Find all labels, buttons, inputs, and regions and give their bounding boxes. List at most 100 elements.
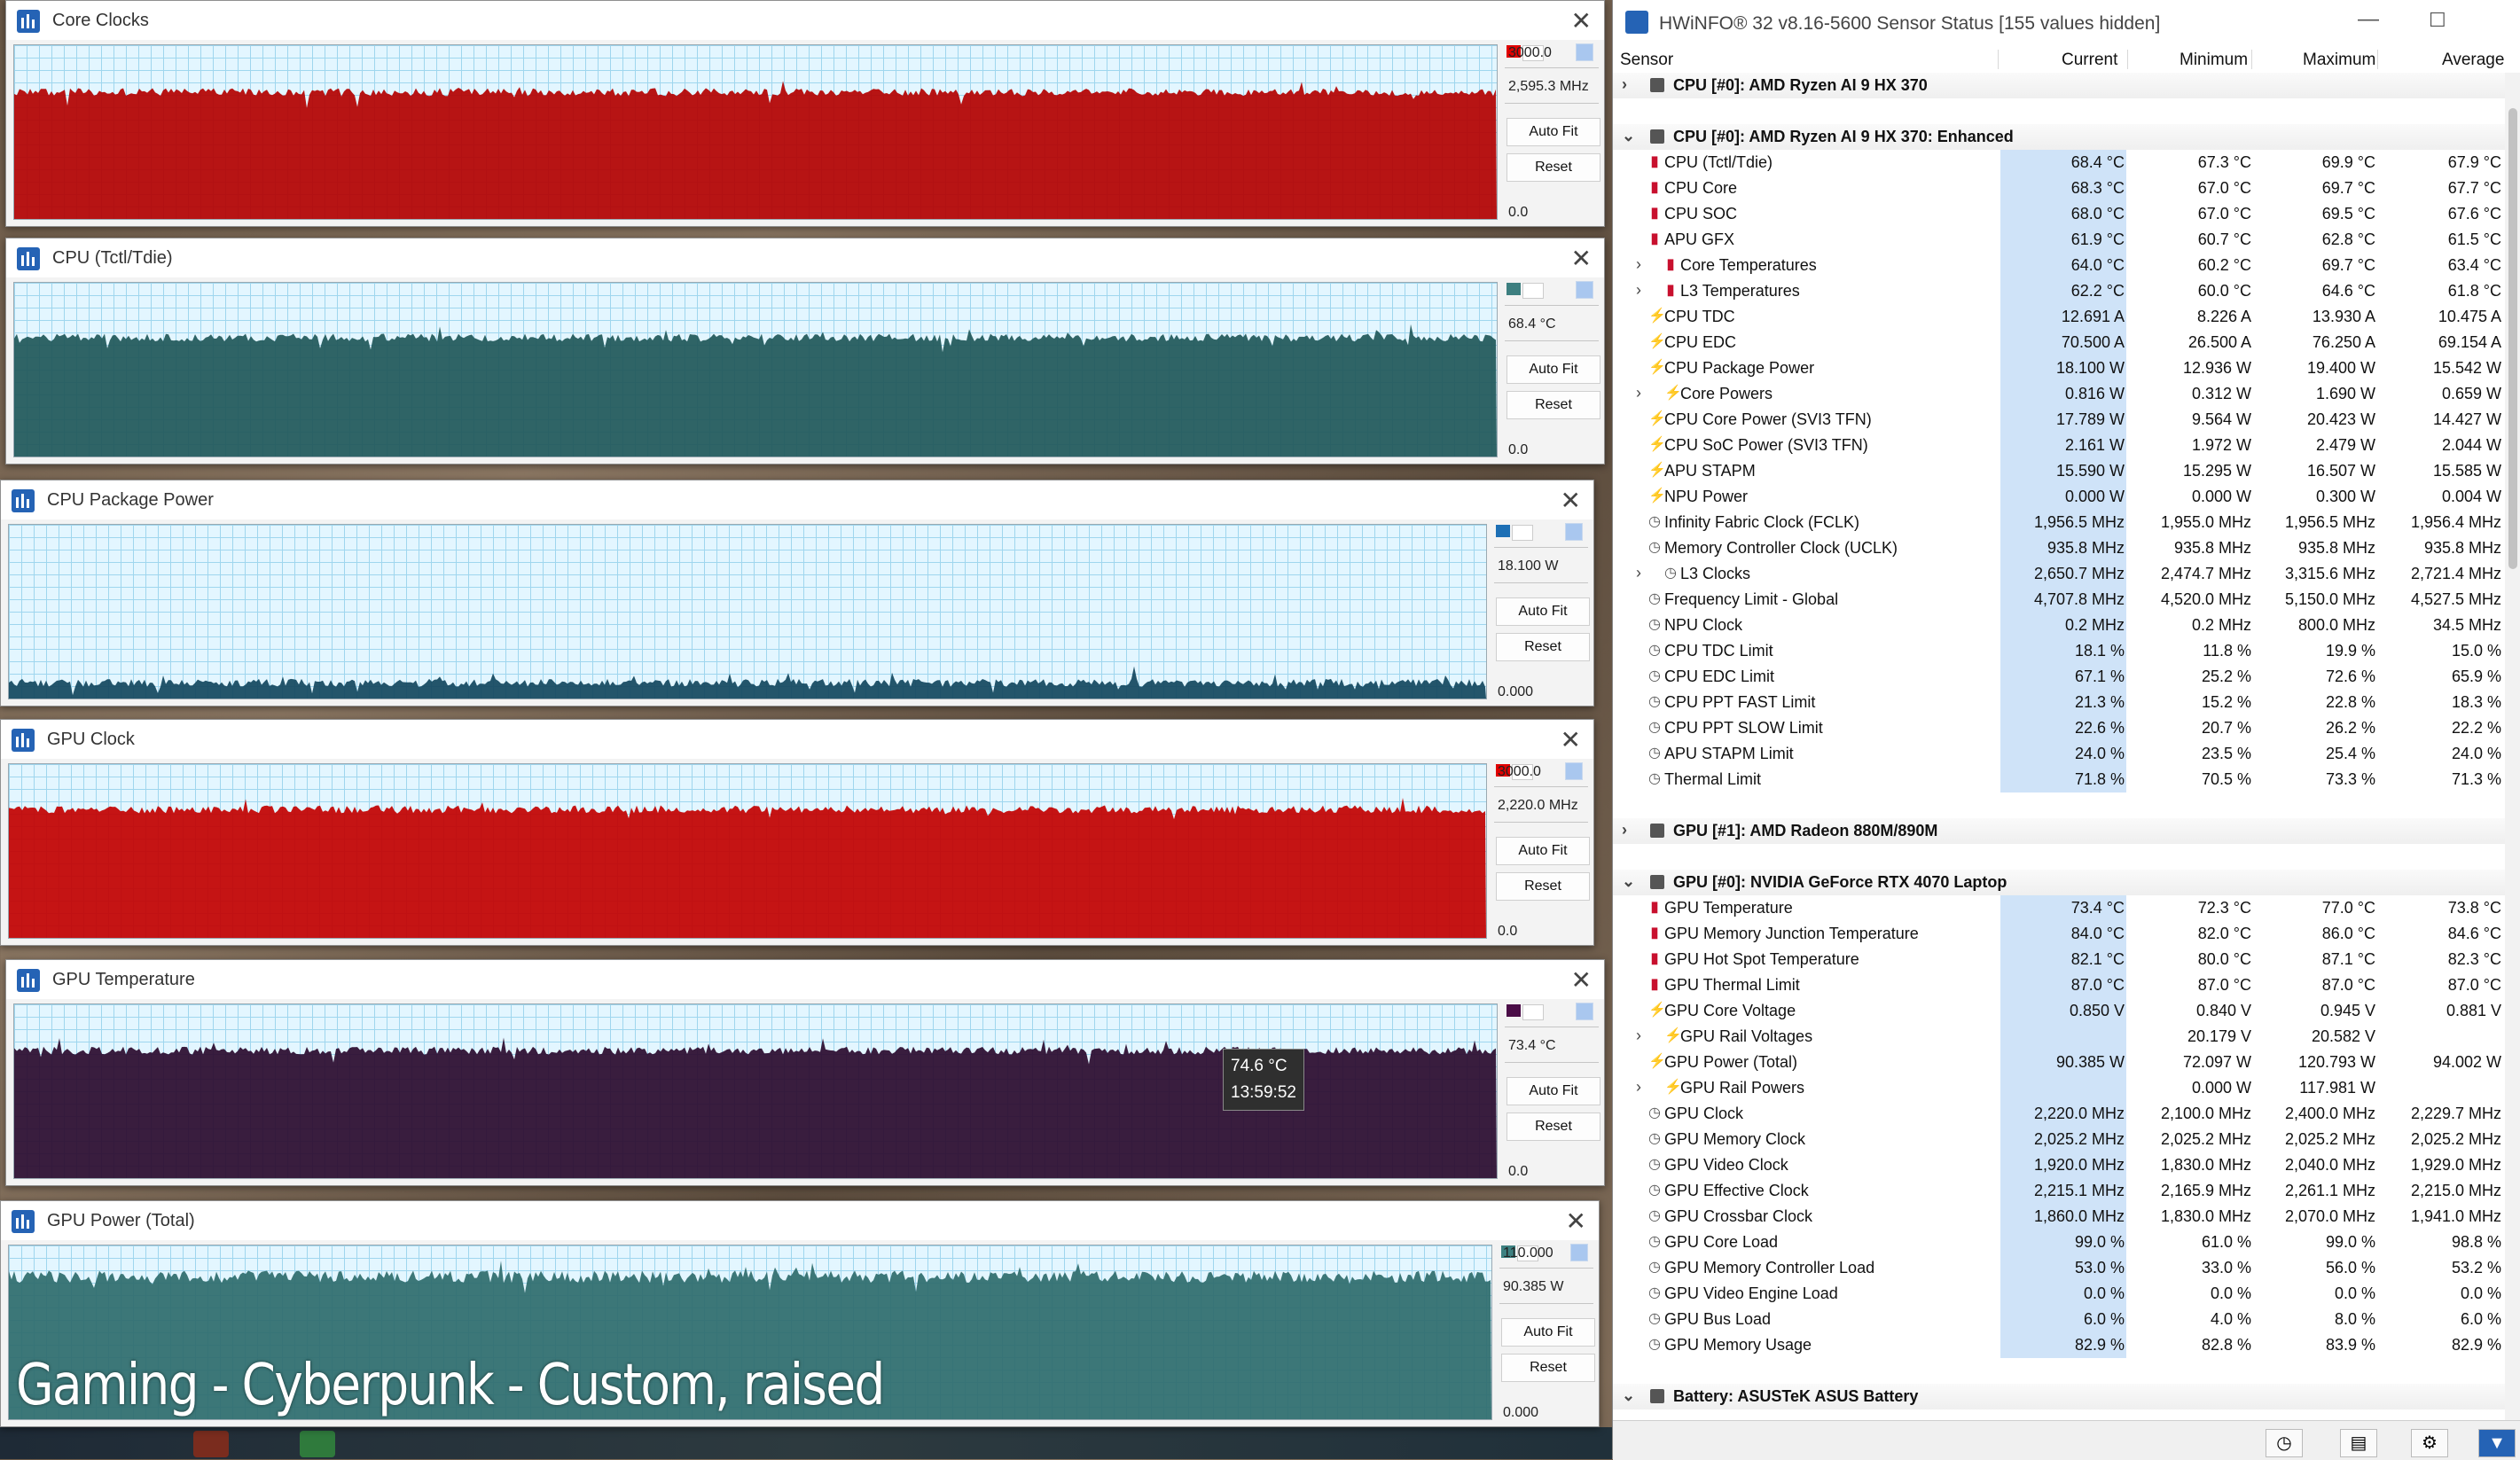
reset-button[interactable]: Reset: [1501, 1354, 1595, 1382]
color-swatch-bg[interactable]: [1565, 762, 1583, 780]
graph-window[interactable]: CPU Package Power ✕ 18.100 W Auto Fit Re…: [0, 480, 1594, 707]
sensor-row[interactable]: ⚡ CPU Core Power (SVI3 TFN) 17.789 W 9.5…: [1613, 407, 2505, 433]
close-icon[interactable]: ✕: [1571, 965, 1592, 995]
sensor-row[interactable]: ◷ Thermal Limit 71.8 % 70.5 % 73.3 % 71.…: [1613, 767, 2505, 792]
graph-window[interactable]: GPU Temperature ✕ 73.4 °C Auto Fit Reset…: [5, 959, 1605, 1186]
auto-fit-button[interactable]: Auto Fit: [1496, 837, 1590, 865]
close-icon[interactable]: ✕: [1571, 6, 1592, 35]
sensor-row[interactable]: ◷ CPU EDC Limit 67.1 % 25.2 % 72.6 % 65.…: [1613, 664, 2505, 690]
settings-icon[interactable]: ⚙: [2411, 1429, 2448, 1457]
sensor-row[interactable]: ▮ CPU (Tctl/Tdie) 68.4 °C 67.3 °C 69.9 °…: [1613, 150, 2505, 176]
sensor-row[interactable]: ◷ CPU PPT SLOW Limit 22.6 % 20.7 % 26.2 …: [1613, 715, 2505, 741]
color-swatch-bg[interactable]: [1570, 1244, 1588, 1261]
scrollbar[interactable]: [2505, 73, 2520, 1420]
reset-button[interactable]: Reset: [1507, 391, 1600, 419]
sensor-row[interactable]: ◷ GPU Memory Controller Load 53.0 % 33.0…: [1613, 1255, 2505, 1281]
col-sensor[interactable]: Sensor: [1620, 51, 1673, 70]
color-swatch-alt[interactable]: [1522, 1004, 1544, 1020]
graph-titlebar[interactable]: GPU Power (Total) ✕: [1, 1201, 1599, 1240]
sensor-row[interactable]: ▮ APU GFX 61.9 °C 60.7 °C 62.8 °C 61.5 °…: [1613, 227, 2505, 253]
chevron-down-icon[interactable]: ⌄: [1622, 1386, 1635, 1405]
graph-titlebar[interactable]: CPU (Tctl/Tdie) ✕: [6, 238, 1604, 277]
color-swatch-bg[interactable]: [1565, 523, 1583, 541]
graph-titlebar[interactable]: Core Clocks ✕: [6, 1, 1604, 40]
chevron-right-icon[interactable]: ›: [1636, 1027, 1641, 1045]
sensor-row[interactable]: › ⚡ GPU Rail Powers 0.000 W 117.981 W: [1613, 1075, 2505, 1101]
expand-icon[interactable]: ▼: [2478, 1429, 2516, 1457]
maximize-icon[interactable]: ☐: [2429, 9, 2446, 32]
sensor-row[interactable]: ◷ GPU Video Clock 1,920.0 MHz 1,830.0 MH…: [1613, 1152, 2505, 1178]
clock-icon[interactable]: ◷: [2266, 1429, 2303, 1457]
sensor-row[interactable]: ◷ NPU Clock 0.2 MHz 0.2 MHz 800.0 MHz 34…: [1613, 613, 2505, 638]
graph-titlebar[interactable]: CPU Package Power ✕: [1, 480, 1593, 519]
sensor-row[interactable]: ◷ Memory Controller Clock (UCLK) 935.8 M…: [1613, 535, 2505, 561]
sensor-row[interactable]: ⚡ APU STAPM 15.590 W 15.295 W 16.507 W 1…: [1613, 458, 2505, 484]
graph-titlebar[interactable]: GPU Clock ✕: [1, 720, 1593, 759]
sensor-row[interactable]: ▮ CPU SOC 68.0 °C 67.0 °C 69.5 °C 67.6 °…: [1613, 201, 2505, 227]
reset-button[interactable]: Reset: [1507, 1113, 1600, 1141]
sensor-row[interactable]: ◷ CPU PPT FAST Limit 21.3 % 15.2 % 22.8 …: [1613, 690, 2505, 715]
chevron-right-icon[interactable]: ›: [1622, 75, 1627, 94]
sensor-row[interactable]: ▮ GPU Thermal Limit 87.0 °C 87.0 °C 87.0…: [1613, 972, 2505, 998]
sensor-group-row[interactable]: › CPU [#0]: AMD Ryzen AI 9 HX 370: [1613, 73, 2505, 98]
col-minimum[interactable]: Minimum: [2180, 51, 2248, 70]
desktop-icon[interactable]: [300, 1431, 335, 1457]
graph-window[interactable]: Core Clocks ✕ 2,595.3 MHz Auto Fit Reset…: [5, 0, 1605, 227]
reset-button[interactable]: Reset: [1496, 872, 1590, 901]
sensor-row[interactable]: › ⚡ Core Powers 0.816 W 0.312 W 1.690 W …: [1613, 381, 2505, 407]
hwinfo-titlebar[interactable]: HWiNFO® 32 v8.16-5600 Sensor Status [155…: [1613, 0, 2520, 46]
sensor-group-row[interactable]: ⌄ CPU [#0]: AMD Ryzen AI 9 HX 370: Enhan…: [1613, 124, 2505, 150]
chevron-right-icon[interactable]: ›: [1622, 821, 1627, 839]
sensor-row[interactable]: ◷ CPU TDC Limit 18.1 % 11.8 % 19.9 % 15.…: [1613, 638, 2505, 664]
color-swatch-bg[interactable]: [1576, 43, 1593, 61]
chevron-down-icon[interactable]: ⌄: [1622, 872, 1635, 891]
sensor-row[interactable]: ◷ GPU Memory Usage 82.9 % 82.8 % 83.9 % …: [1613, 1332, 2505, 1358]
close-icon[interactable]: ✕: [1566, 1206, 1586, 1236]
desktop-icon[interactable]: [193, 1431, 229, 1457]
sensor-group-row[interactable]: ⌄ Battery: ASUSTeK ASUS Battery: [1613, 1384, 2505, 1409]
auto-fit-button[interactable]: Auto Fit: [1507, 118, 1600, 146]
chevron-down-icon[interactable]: ⌄: [1622, 127, 1635, 145]
sensor-row[interactable]: ⚡ CPU EDC 70.500 A 26.500 A 76.250 A 69.…: [1613, 330, 2505, 355]
chevron-right-icon[interactable]: ›: [1636, 1078, 1641, 1097]
close-icon[interactable]: ✕: [1561, 725, 1581, 754]
graph-titlebar[interactable]: GPU Temperature ✕: [6, 960, 1604, 999]
sensor-row[interactable]: ⚡ GPU Core Voltage 0.850 V 0.840 V 0.945…: [1613, 998, 2505, 1024]
color-swatch-alt[interactable]: [1512, 525, 1533, 541]
sensor-row[interactable]: ◷ APU STAPM Limit 24.0 % 23.5 % 25.4 % 2…: [1613, 741, 2505, 767]
col-average[interactable]: Average: [2442, 51, 2504, 70]
auto-fit-button[interactable]: Auto Fit: [1496, 597, 1590, 626]
sensor-group-row[interactable]: › GPU [#1]: AMD Radeon 880M/890M: [1613, 818, 2505, 844]
graph-plot[interactable]: [13, 282, 1498, 457]
graph-window[interactable]: CPU (Tctl/Tdie) ✕ 68.4 °C Auto Fit Reset…: [5, 238, 1605, 465]
chevron-right-icon[interactable]: ›: [1636, 255, 1641, 274]
sensor-row[interactable]: ◷ GPU Crossbar Clock 1,860.0 MHz 1,830.0…: [1613, 1204, 2505, 1230]
sensor-row[interactable]: › ▮ Core Temperatures 64.0 °C 60.2 °C 69…: [1613, 253, 2505, 278]
col-maximum[interactable]: Maximum: [2303, 51, 2375, 70]
sensor-row[interactable]: ◷ GPU Clock 2,220.0 MHz 2,100.0 MHz 2,40…: [1613, 1101, 2505, 1127]
color-swatch[interactable]: [1507, 283, 1521, 295]
reset-button[interactable]: Reset: [1496, 633, 1590, 661]
minimize-icon[interactable]: —: [2358, 7, 2379, 32]
scrollbar-thumb[interactable]: [2508, 108, 2517, 569]
chevron-right-icon[interactable]: ›: [1636, 564, 1641, 582]
sensor-row[interactable]: ▮ GPU Hot Spot Temperature 82.1 °C 80.0 …: [1613, 947, 2505, 972]
color-swatch-bg[interactable]: [1576, 281, 1593, 299]
sensor-row[interactable]: ⚡ GPU Power (Total) 90.385 W 72.097 W 12…: [1613, 1050, 2505, 1075]
sensor-row[interactable]: ⚡ CPU Package Power 18.100 W 12.936 W 19…: [1613, 355, 2505, 381]
sensor-row[interactable]: ◷ Infinity Fabric Clock (FCLK) 1,956.5 M…: [1613, 510, 2505, 535]
sensor-row[interactable]: ◷ GPU Memory Clock 2,025.2 MHz 2,025.2 M…: [1613, 1127, 2505, 1152]
sensor-row[interactable]: ▮ GPU Memory Junction Temperature 84.0 °…: [1613, 921, 2505, 947]
sensor-row[interactable]: ◷ GPU Video Engine Load 0.0 % 0.0 % 0.0 …: [1613, 1281, 2505, 1307]
auto-fit-button[interactable]: Auto Fit: [1501, 1318, 1595, 1347]
graph-plot[interactable]: [8, 524, 1487, 699]
sensor-row[interactable]: ▮ GPU Temperature 73.4 °C 72.3 °C 77.0 °…: [1613, 895, 2505, 921]
sensor-row[interactable]: ⚡ NPU Power 0.000 W 0.000 W 0.300 W 0.00…: [1613, 484, 2505, 510]
sensor-row[interactable]: ▮ CPU Core 68.3 °C 67.0 °C 69.7 °C 67.7 …: [1613, 176, 2505, 201]
sensor-row[interactable]: ⚡ CPU TDC 12.691 A 8.226 A 13.930 A 10.4…: [1613, 304, 2505, 330]
color-swatch-alt[interactable]: [1522, 283, 1544, 299]
sensor-row[interactable]: ◷ GPU Bus Load 6.0 % 4.0 % 8.0 % 6.0 %: [1613, 1307, 2505, 1332]
chevron-right-icon[interactable]: ›: [1636, 281, 1641, 300]
report-icon[interactable]: ▤: [2340, 1429, 2377, 1457]
close-icon[interactable]: ✕: [1571, 244, 1592, 273]
